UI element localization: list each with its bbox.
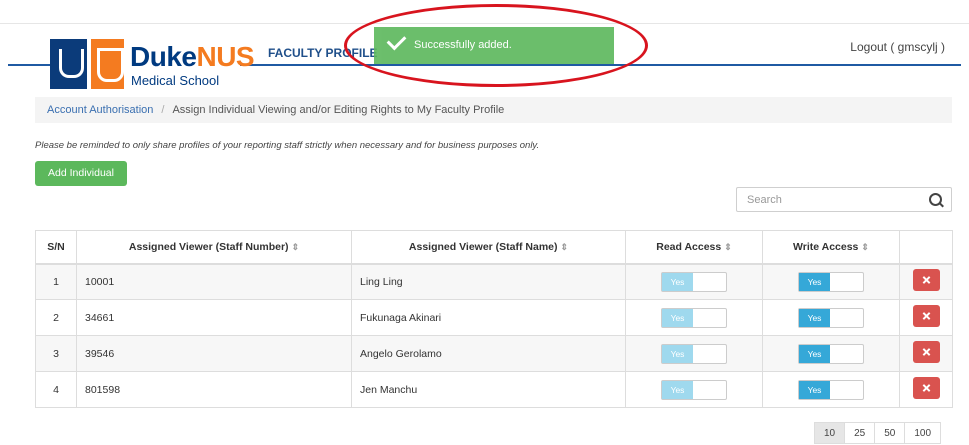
search-input[interactable]: Search (747, 194, 782, 206)
row-sn: 2 (35, 299, 77, 336)
row-read-cell: Yes (625, 299, 763, 336)
col-read-access[interactable]: Read Access ⇕ (625, 230, 763, 265)
row-staff-number: 39546 (76, 335, 352, 372)
sort-icon[interactable]: ⇕ (561, 242, 569, 252)
col-staff-number[interactable]: Assigned Viewer (Staff Number) ⇕ (76, 230, 352, 265)
col-sn: S/N (35, 230, 77, 265)
col-actions (899, 230, 953, 265)
row-sn: 3 (35, 335, 77, 372)
breadcrumb: Account Authorisation / Assign Individual … (35, 97, 952, 123)
read-access-toggle[interactable]: Yes (661, 379, 727, 400)
viewer-table: S/N Assigned Viewer (Staff Number) ⇕ Assi… (35, 230, 953, 408)
read-access-toggle[interactable]: Yes (661, 271, 727, 292)
brand-title: DukeNUS (130, 41, 255, 72)
row-read-cell: Yes (625, 371, 763, 408)
row-staff-name: Angelo Gerolamo (351, 335, 626, 372)
search-box[interactable]: Search (736, 187, 952, 212)
row-sn: 4 (35, 371, 77, 408)
table-row: 3 39546 Angelo Gerolamo Yes Yes (35, 335, 953, 372)
search-icon[interactable] (929, 193, 942, 206)
sort-icon[interactable]: ⇕ (724, 242, 732, 252)
logo[interactable]: DukeNUS Medical School (50, 39, 255, 89)
read-access-toggle[interactable]: Yes (661, 343, 727, 364)
close-icon[interactable] (912, 305, 940, 327)
row-write-cell: Yes (762, 335, 900, 372)
row-staff-name: Fukunaga Akinari (351, 299, 626, 336)
reminder-text: Please be reminded to only share profile… (35, 140, 540, 151)
row-sn: 1 (35, 263, 77, 300)
table-row: 2 34661 Fukunaga Akinari Yes Yes (35, 299, 953, 336)
logout-link[interactable]: Logout ( gmscylj ) (850, 40, 945, 54)
crest-icon (91, 39, 124, 89)
shield-icon (50, 39, 87, 89)
page-size-10[interactable]: 10 (814, 422, 846, 444)
write-access-toggle[interactable]: Yes (798, 271, 864, 292)
row-write-cell: Yes (762, 371, 900, 408)
row-read-cell: Yes (625, 263, 763, 300)
highlight-ellipse (344, 4, 648, 87)
write-access-toggle[interactable]: Yes (798, 379, 864, 400)
write-access-toggle[interactable]: Yes (798, 307, 864, 328)
row-staff-name: Jen Manchu (351, 371, 626, 408)
col-staff-name[interactable]: Assigned Viewer (Staff Name) ⇕ (351, 230, 626, 265)
row-write-cell: Yes (762, 263, 900, 300)
close-icon[interactable] (912, 269, 940, 292)
write-access-toggle[interactable]: Yes (798, 343, 864, 364)
breadcrumb-account-authorisation[interactable]: Account Authorisation (47, 104, 153, 116)
col-write-access[interactable]: Write Access ⇕ (762, 230, 900, 265)
row-read-cell: Yes (625, 335, 763, 372)
row-action-cell (899, 263, 953, 300)
table-row: 1 10001 Ling Ling Yes Yes (35, 263, 953, 300)
page-size-50[interactable]: 50 (874, 422, 906, 444)
close-icon[interactable] (912, 341, 940, 363)
page-size-100[interactable]: 100 (904, 422, 942, 444)
row-staff-number: 10001 (76, 263, 352, 300)
table-row: 4 801598 Jen Manchu Yes Yes (35, 371, 953, 408)
row-write-cell: Yes (762, 299, 900, 336)
row-staff-number: 34661 (76, 299, 352, 336)
page-size-selector: 10 25 50 100 (814, 422, 942, 444)
close-icon[interactable] (912, 377, 940, 399)
row-staff-name: Ling Ling (351, 263, 626, 300)
breadcrumb-separator: / (161, 104, 165, 116)
brand-subtitle: Medical School (131, 73, 220, 88)
row-action-cell (899, 299, 953, 336)
page-size-25[interactable]: 25 (844, 422, 876, 444)
row-action-cell (899, 335, 953, 372)
table-header-row: S/N Assigned Viewer (Staff Number) ⇕ Assi… (35, 230, 953, 265)
sort-icon[interactable]: ⇕ (292, 242, 300, 252)
row-staff-number: 801598 (76, 371, 352, 408)
add-individual-button[interactable]: Add Individual (35, 161, 127, 186)
row-action-cell (899, 371, 953, 408)
breadcrumb-current: Assign Individual Viewing and/or Editing… (172, 104, 505, 116)
read-access-toggle[interactable]: Yes (661, 307, 727, 328)
sort-icon[interactable]: ⇕ (861, 242, 869, 252)
